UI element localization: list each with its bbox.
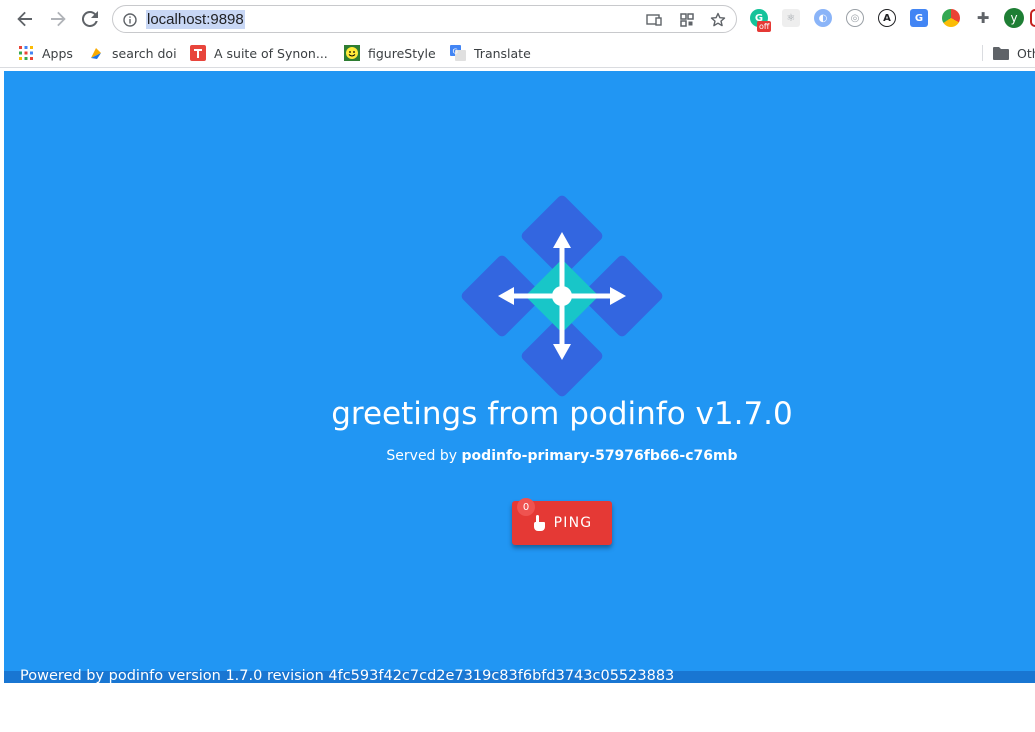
bookmark-synonyms[interactable]: A suite of Synon...: [190, 43, 328, 63]
qr-code-icon[interactable]: [678, 11, 696, 29]
cast-icon[interactable]: [645, 11, 663, 29]
a-extension-icon[interactable]: A: [878, 9, 896, 27]
podinfo-logo: [461, 195, 663, 397]
touch-hand-icon: [532, 515, 546, 531]
apps-grid-icon: [18, 45, 34, 61]
bookmark-translate[interactable]: G Translate: [450, 43, 531, 63]
bookmark-label: Apps: [42, 45, 73, 61]
bookmark-label: A suite of Synon...: [214, 45, 328, 61]
bookmark-apps[interactable]: Apps: [18, 43, 73, 63]
react-devtools-icon[interactable]: ⚛: [782, 9, 800, 27]
ping-count-badge: 0: [517, 498, 535, 516]
google-translate-icon: G: [450, 45, 466, 61]
browser-toolbar: localhost:9898 G off ⚛ ◐ ◎ A G ✚ y: [0, 0, 1035, 37]
synonym-suite-icon: [190, 45, 206, 61]
color-wheel-extension-icon[interactable]: [942, 9, 960, 27]
folder-icon: [993, 45, 1009, 61]
tampermonkey-extension-icon[interactable]: ◐: [814, 9, 832, 27]
google-translate-extension-icon[interactable]: G: [910, 9, 928, 27]
forward-arrow-icon: [51, 11, 66, 27]
bookmark-label: Oth: [1017, 45, 1035, 61]
forward-button[interactable]: [47, 8, 69, 30]
search-doi-icon: [88, 45, 104, 61]
profile-avatar[interactable]: y: [1004, 8, 1024, 28]
address-bar[interactable]: localhost:9898: [112, 5, 737, 33]
bookmark-label: search doi: [112, 45, 177, 61]
served-by-prefix: Served by: [386, 448, 458, 464]
greeting-heading: greetings from podinfo v1.7.0: [331, 396, 793, 432]
url-text[interactable]: localhost:9898: [146, 10, 245, 29]
back-button[interactable]: [14, 8, 36, 30]
back-arrow-icon: [17, 11, 32, 27]
bookmark-figurestyle[interactable]: figureStyle: [344, 43, 436, 63]
site-info-icon[interactable]: [121, 11, 139, 29]
footer-text: Powered by podinfo version 1.7.0 revisio…: [20, 668, 675, 684]
svg-text:G: G: [453, 48, 458, 56]
smiley-icon: [344, 45, 360, 61]
bookmark-search-doi[interactable]: search doi: [88, 43, 177, 63]
served-by-host: podinfo-primary-57976fb66-c76mb: [461, 448, 738, 464]
profile-ring-partial: [1030, 9, 1035, 27]
served-by-text: Served by podinfo-primary-57976fb66-c76m…: [4, 448, 1035, 464]
bookmark-label: Translate: [474, 45, 531, 61]
bookmarks-divider: [982, 45, 983, 61]
bookmark-other-folder[interactable]: Oth: [993, 43, 1035, 63]
target-extension-icon[interactable]: ◎: [846, 9, 864, 27]
reload-button[interactable]: [79, 8, 101, 30]
bookmark-star-icon[interactable]: [709, 11, 727, 29]
bookmark-label: figureStyle: [368, 45, 436, 61]
bookmarks-bar: Apps search doi A suite of Synon... figu…: [0, 37, 1035, 68]
extensions-puzzle-icon[interactable]: ✚: [974, 9, 992, 27]
ping-label: PING: [553, 515, 593, 531]
podinfo-page: greetings from podinfo v1.7.0 Served by …: [4, 71, 1035, 684]
reload-icon: [82, 11, 98, 27]
extension-off-badge: off: [757, 21, 772, 32]
